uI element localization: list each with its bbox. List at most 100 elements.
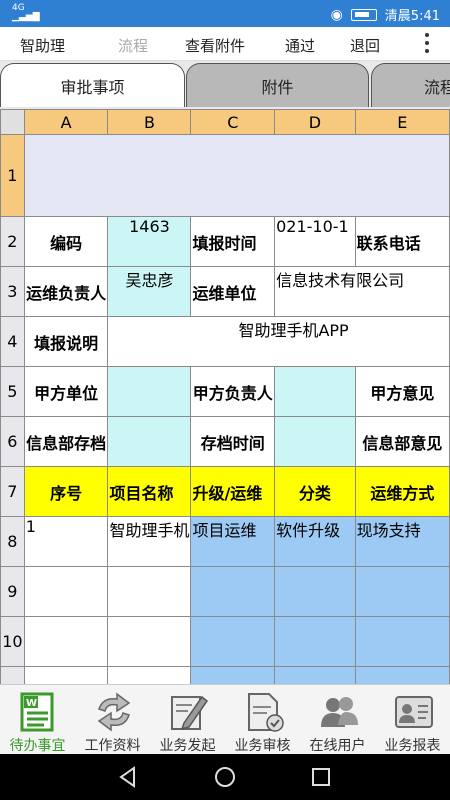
nav-business-initiate[interactable]: 业务发起	[150, 685, 225, 755]
nav-label: 业务报表	[384, 738, 441, 754]
cell-b6[interactable]	[107, 416, 192, 467]
signal-indicator: 4G ▁▃▅▇	[12, 4, 40, 22]
row-header[interactable]: 6	[0, 416, 25, 467]
column-header[interactable]: C	[190, 109, 276, 135]
cell-d5[interactable]	[274, 366, 356, 417]
system-nav-bar	[0, 754, 450, 800]
cell-a4[interactable]: 填报说明	[23, 316, 109, 367]
column-header[interactable]: E	[354, 109, 450, 135]
cell-d9[interactable]	[274, 566, 356, 617]
cell-e10[interactable]	[354, 616, 450, 667]
cell-c10[interactable]	[190, 616, 276, 667]
nav-business-review[interactable]: 业务审核	[225, 685, 300, 755]
cell-a6[interactable]: 信息部存档	[23, 416, 109, 467]
cell-b8[interactable]: 智助理手机	[107, 516, 192, 567]
cell-a11[interactable]	[23, 666, 109, 684]
nav-todo[interactable]: W 待办事宜	[0, 685, 75, 755]
recents-square-icon[interactable]	[311, 766, 331, 788]
cell-c5[interactable]: 甲方负责人	[190, 366, 276, 417]
spreadsheet-grid: A B C D E 1 信息 2 编码 1463 填报时间 021-10-1 联…	[0, 109, 450, 684]
cell-b5[interactable]	[107, 366, 192, 417]
eye-comfort-icon: ◉	[330, 6, 343, 23]
cell-c2[interactable]: 填报时间	[190, 216, 276, 267]
column-header[interactable]: B	[107, 109, 192, 135]
cell-c8[interactable]: 项目运维	[190, 516, 276, 567]
cell-d11[interactable]	[274, 666, 356, 684]
status-bar: 4G ▁▃▅▇ ◉ 清晨5:41	[0, 0, 450, 27]
row-header[interactable]: 1	[0, 134, 25, 217]
nav-label: 业务审核	[234, 738, 291, 754]
cell-d8[interactable]: 软件升级	[274, 516, 356, 567]
cell-d2[interactable]: 021-10-1	[274, 216, 356, 267]
cell-b10[interactable]	[107, 616, 192, 667]
nav-label: 在线用户	[309, 738, 366, 754]
row-header[interactable]: 2	[0, 216, 25, 267]
tab-label: 附件	[261, 77, 294, 97]
cell-c9[interactable]	[190, 566, 276, 617]
cell-b3[interactable]: 吴忠彦	[107, 266, 192, 317]
cell-e6[interactable]: 信息部意见	[354, 416, 450, 467]
cell-b11[interactable]	[107, 666, 192, 684]
flow-button[interactable]: 流程	[118, 35, 148, 56]
row-header[interactable]	[0, 666, 25, 684]
approve-button[interactable]: 通过	[285, 35, 315, 56]
tab-approval-items[interactable]: 审批事项	[0, 63, 185, 107]
row-header[interactable]: 5	[0, 366, 25, 417]
cell-a10[interactable]	[23, 616, 109, 667]
row-header[interactable]: 7	[0, 466, 25, 517]
cell-b2[interactable]: 1463	[107, 216, 192, 267]
column-header[interactable]: A	[23, 109, 109, 135]
bottom-nav: W 待办事宜 工作资料 业务发起 业务审核 在线用户 业务报表	[0, 684, 450, 754]
tab-label: 审批事项	[60, 77, 125, 97]
return-button[interactable]: 退回	[350, 35, 380, 56]
tab-bar: 审批事项 附件 流程	[0, 61, 450, 109]
corner-cell[interactable]	[0, 109, 25, 135]
cell-e2[interactable]: 联系电话	[354, 216, 450, 267]
sheet-title-cell[interactable]: 信息	[23, 134, 450, 217]
more-options-icon[interactable]	[424, 31, 430, 55]
cell-d6[interactable]	[274, 416, 356, 467]
tab-flow[interactable]: 流程	[371, 63, 450, 107]
app-title-button[interactable]: 智助理	[20, 35, 65, 56]
cell-a5[interactable]: 甲方单位	[23, 366, 109, 417]
cell-a8[interactable]: 1	[23, 516, 109, 567]
cell-e5[interactable]: 甲方意见	[354, 366, 450, 417]
cell-c6[interactable]: 存档时间	[190, 416, 276, 467]
cell-a2[interactable]: 编码	[23, 216, 109, 267]
row-header[interactable]: 10	[0, 616, 25, 667]
tab-label: 流程	[424, 77, 450, 97]
cell-b9[interactable]	[107, 566, 192, 617]
cell-e7[interactable]: 运维方式	[354, 466, 450, 517]
row-header[interactable]: 4	[0, 316, 25, 367]
cell-a9[interactable]	[23, 566, 109, 617]
cell-d7[interactable]: 分类	[274, 466, 356, 517]
cell-e9[interactable]	[354, 566, 450, 617]
tab-attachments[interactable]: 附件	[186, 63, 369, 107]
spreadsheet-view[interactable]: A B C D E 1 信息 2 编码 1463 填报时间 021-10-1 联…	[0, 109, 450, 684]
cell-b7[interactable]: 项目名称	[107, 466, 192, 517]
nav-business-reports[interactable]: 业务报表	[375, 685, 450, 755]
cell-b4[interactable]: 智助理手机APP	[107, 316, 450, 367]
cell-c11[interactable]	[190, 666, 276, 684]
row-header[interactable]: 9	[0, 566, 25, 617]
clock: 清晨5:41	[384, 9, 440, 24]
cell-e8[interactable]: 现场支持	[354, 516, 450, 567]
view-attachments-button[interactable]: 查看附件	[185, 35, 245, 56]
column-header[interactable]: D	[274, 109, 356, 135]
cell-a3[interactable]: 运维负责人	[23, 266, 109, 317]
cell-a7[interactable]: 序号	[23, 466, 109, 517]
cell-d10[interactable]	[274, 616, 356, 667]
cell-c3[interactable]: 运维单位	[190, 266, 276, 317]
back-triangle-icon[interactable]	[118, 766, 138, 788]
nav-online-users[interactable]: 在线用户	[300, 685, 375, 755]
cell-c7[interactable]: 升级/运维	[190, 466, 276, 517]
users-icon	[321, 697, 358, 727]
home-circle-icon[interactable]	[214, 766, 236, 788]
nav-work-materials[interactable]: 工作资料	[75, 685, 150, 755]
row-header[interactable]: 8	[0, 516, 25, 567]
signal-icon: ▁▃▅▇	[12, 12, 40, 22]
cell-d3[interactable]: 信息技术有限公司	[274, 266, 450, 317]
cell-e11[interactable]	[354, 666, 450, 684]
nav-label: 工作资料	[84, 738, 141, 754]
row-header[interactable]: 3	[0, 266, 25, 317]
